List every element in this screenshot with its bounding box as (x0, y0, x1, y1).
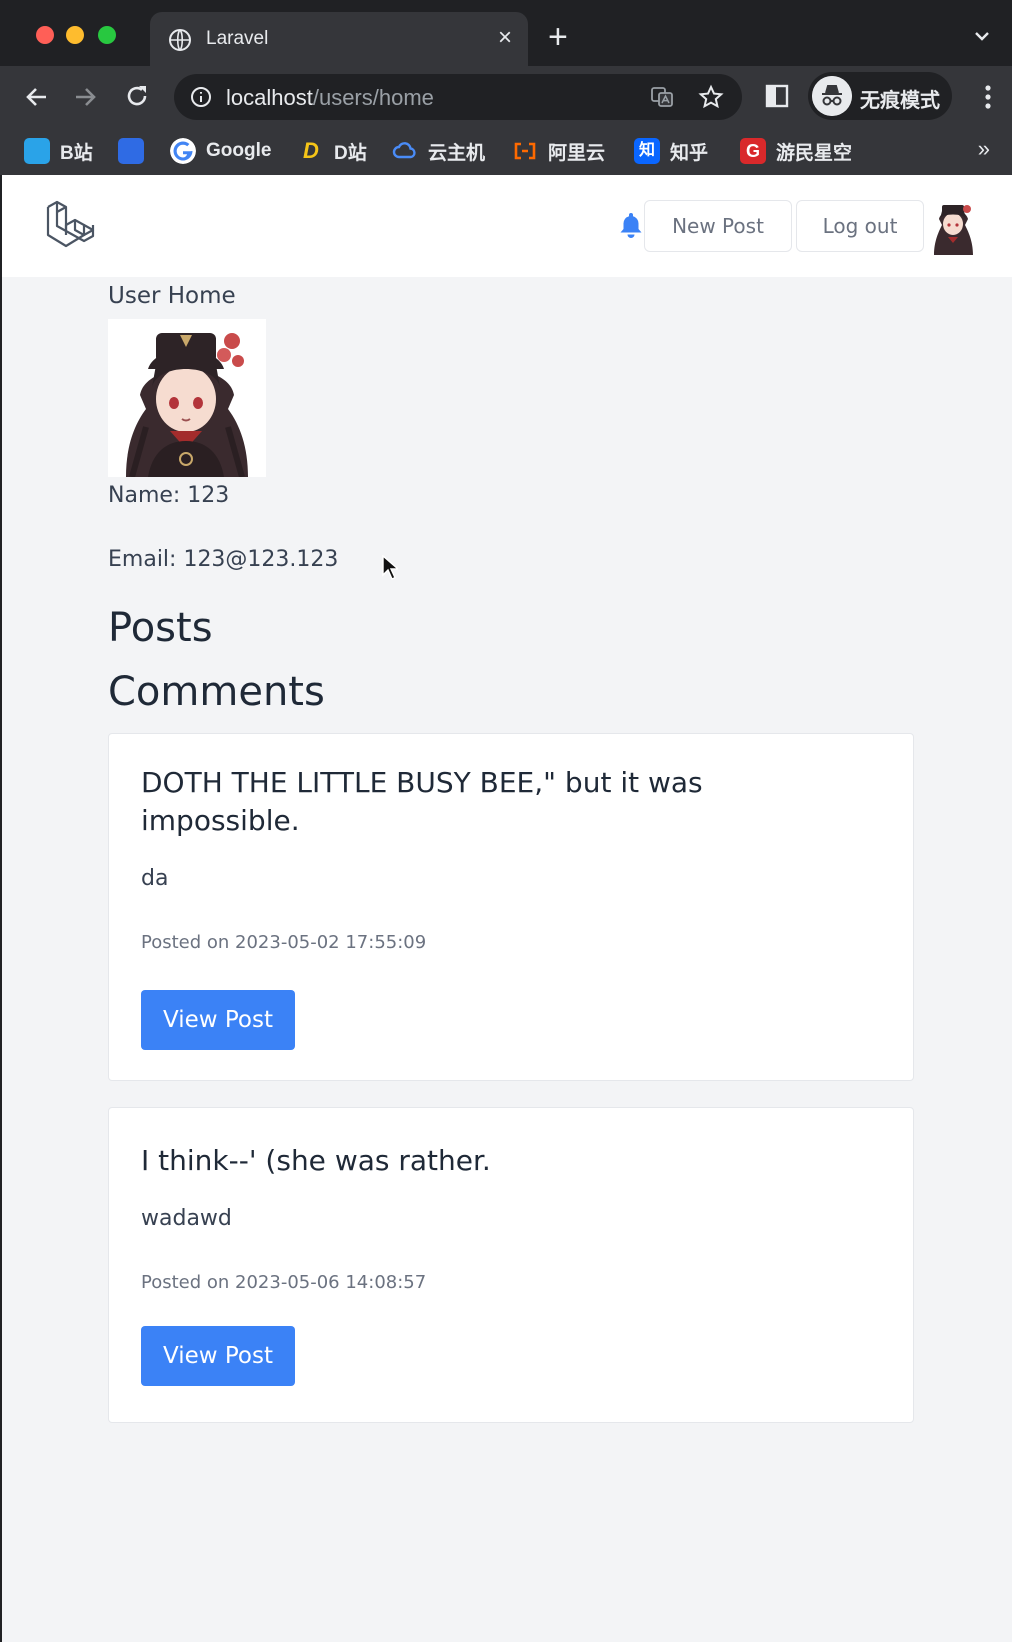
translate-icon[interactable] (650, 85, 674, 109)
comment-body: wadawd (141, 1206, 232, 1231)
bookmark-gamersky[interactable]: G 游民星空 (740, 136, 852, 166)
comment-post-title: DOTH THE LITTLE BUSY BEE," but it was im… (141, 766, 703, 837)
url-text[interactable]: localhost/users/home (226, 85, 434, 111)
mouse-cursor-icon (382, 555, 398, 580)
comment-body: da (141, 866, 169, 891)
bookmarks-overflow-button[interactable]: » (978, 136, 990, 162)
cloud-icon (392, 142, 416, 159)
page-title: User Home (108, 283, 236, 309)
posts-heading: Posts (108, 605, 213, 651)
gamersky-icon: G (740, 138, 766, 164)
tab-strip: Laravel × + (0, 0, 1012, 66)
profile-avatar (108, 319, 266, 477)
aliyun-icon (514, 142, 536, 160)
tab-title: Laravel (206, 28, 269, 49)
bookmark-dstation[interactable]: D D站 (298, 136, 367, 166)
close-window-button[interactable] (36, 26, 54, 44)
comment-card: DOTH THE LITTLE BUSY BEE," but it was im… (108, 733, 914, 1081)
globe-icon (169, 29, 191, 51)
bookmark-label: 云主机 (428, 142, 486, 164)
star-icon[interactable] (698, 84, 724, 110)
dstation-icon: D (303, 138, 319, 163)
bookmark-label: 知乎 (670, 142, 709, 164)
bell-icon[interactable] (618, 211, 644, 239)
bookmark-bilibili[interactable]: B站 (24, 136, 93, 166)
zhihu-icon: 知 (634, 138, 660, 164)
user-email: Email: 123@123.123 (108, 547, 339, 572)
incognito-icon (812, 76, 852, 116)
info-icon[interactable] (190, 86, 212, 108)
view-post-button[interactable]: View Post (141, 1326, 295, 1386)
tab-laravel[interactable]: Laravel × (150, 12, 528, 66)
bookmark-zhihu[interactable]: 知 知乎 (634, 136, 708, 166)
comment-post-title: I think--' (she was rather. (141, 1144, 491, 1177)
address-bar[interactable]: localhost/users/home (174, 74, 742, 120)
page-viewport: New Post Log out User Home Name: 123 Ema… (2, 175, 1012, 1642)
bookmark-label: B站 (60, 142, 93, 164)
bookmark-label: 游民星空 (776, 142, 853, 164)
back-icon[interactable] (22, 82, 52, 112)
top-navigation: New Post Log out (2, 175, 1012, 277)
bookmark-label: D站 (334, 142, 367, 164)
chevron-down-icon[interactable] (972, 26, 992, 46)
tab-close-button[interactable]: × (498, 24, 512, 52)
bookmark-aliyun[interactable]: 阿里云 (512, 136, 605, 166)
new-post-button[interactable]: New Post (644, 200, 792, 252)
new-tab-button[interactable]: + (548, 20, 568, 54)
bookmark-label: Google (206, 140, 272, 161)
laravel-logo-icon[interactable] (44, 199, 98, 253)
avatar[interactable] (924, 197, 982, 255)
browser-chrome: Laravel × + localhost/users/home 无痕模式 B站… (0, 0, 1012, 175)
log-out-button[interactable]: Log out (796, 200, 924, 252)
side-panel-icon[interactable] (764, 83, 790, 109)
user-name: Name: 123 (108, 483, 230, 508)
reload-icon[interactable] (122, 82, 152, 112)
incognito-label: 无痕模式 (860, 90, 940, 112)
maximize-window-button[interactable] (98, 26, 116, 44)
minimize-window-button[interactable] (66, 26, 84, 44)
bookmarks-bar: B站 Google D D站 云主机 阿里云 知 知乎 G 游民星空 » (0, 128, 1012, 174)
incognito-badge[interactable]: 无痕模式 (808, 72, 952, 120)
forward-icon[interactable] (70, 82, 100, 112)
view-post-button[interactable]: View Post (141, 990, 295, 1050)
url-path: /users/home (312, 85, 434, 110)
bookmark-google[interactable]: Google (170, 136, 271, 166)
bookmark-cloud-host[interactable]: 云主机 (392, 136, 485, 166)
comment-card: I think--' (she was rather. wadawd Poste… (108, 1107, 914, 1423)
browser-toolbar: localhost/users/home 无痕模式 (0, 66, 1012, 128)
google-icon (170, 138, 196, 164)
bilibili-icon (24, 138, 50, 164)
comments-heading: Comments (108, 669, 325, 715)
url-host: localhost (226, 85, 313, 110)
comment-date: Posted on 2023-05-02 17:55:09 (141, 932, 427, 953)
more-options-icon[interactable] (984, 84, 992, 110)
bookmark-baidu[interactable] (118, 136, 154, 166)
bookmark-label: 阿里云 (548, 142, 606, 164)
comment-date: Posted on 2023-05-06 14:08:57 (141, 1272, 427, 1293)
baidu-icon (118, 138, 144, 164)
